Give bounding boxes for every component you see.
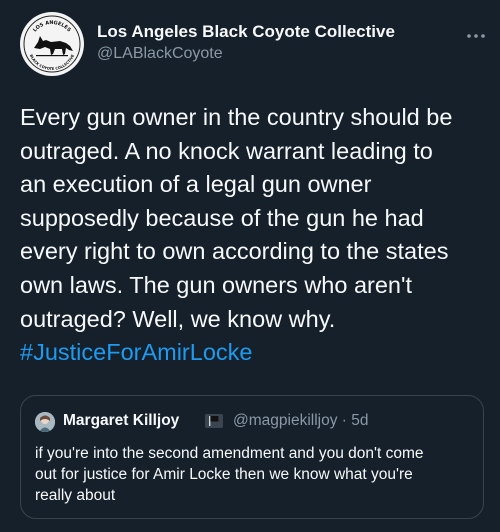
- quote-line: out for justice for Amir Locke then we k…: [35, 466, 413, 483]
- tweet-line: every right to own according to the stat…: [20, 238, 449, 265]
- quoted-tweet[interactable]: Margaret Killjoy @magpiekilljoy · 5d if …: [20, 395, 484, 519]
- tweet-text: Every gun owner in the country should be…: [20, 101, 496, 370]
- author-avatar[interactable]: LOS ANGELES BLACK COYOTE COLLECTIVE: [20, 12, 84, 76]
- tweet-line: own laws. The gun owners who aren't: [20, 271, 413, 298]
- tweet-line: Every gun owner in the country should be: [20, 104, 453, 130]
- hashtag-link[interactable]: #JusticeForAmirLocke: [20, 336, 496, 370]
- tweet-line: supposedly because of the gun he had: [20, 204, 424, 231]
- meta-separator: ·: [341, 412, 347, 429]
- coyote-logo-icon: LOS ANGELES BLACK COYOTE COLLECTIVE: [21, 13, 83, 75]
- tweet-line: outraged? Well, we know why.: [20, 305, 336, 332]
- author-handle[interactable]: @LABlackCoyote: [97, 45, 223, 63]
- more-options-icon[interactable]: [466, 28, 486, 39]
- tweet-line: outraged. A no knock warrant leading to: [20, 137, 433, 164]
- quote-author-avatar[interactable]: [35, 412, 55, 432]
- quote-line: really about: [35, 487, 116, 504]
- tweet-line: an execution of a legal gun owner: [20, 171, 372, 198]
- tweet[interactable]: LOS ANGELES BLACK COYOTE COLLECTIVE Los …: [0, 0, 500, 532]
- quote-line: if you're into the second amendment and …: [35, 445, 424, 462]
- quote-author-name[interactable]: Margaret Killjoy: [63, 412, 179, 430]
- quote-text: if you're into the second amendment and …: [35, 443, 475, 506]
- black-flag-icon: [205, 413, 223, 429]
- author-name[interactable]: Los Angeles Black Coyote Collective: [97, 22, 395, 42]
- quote-meta: @magpiekilljoy · 5d: [233, 412, 369, 430]
- quote-avatar-icon: [35, 412, 55, 432]
- quote-timestamp[interactable]: 5d: [351, 412, 368, 429]
- quote-author-handle[interactable]: @magpiekilljoy: [233, 412, 337, 429]
